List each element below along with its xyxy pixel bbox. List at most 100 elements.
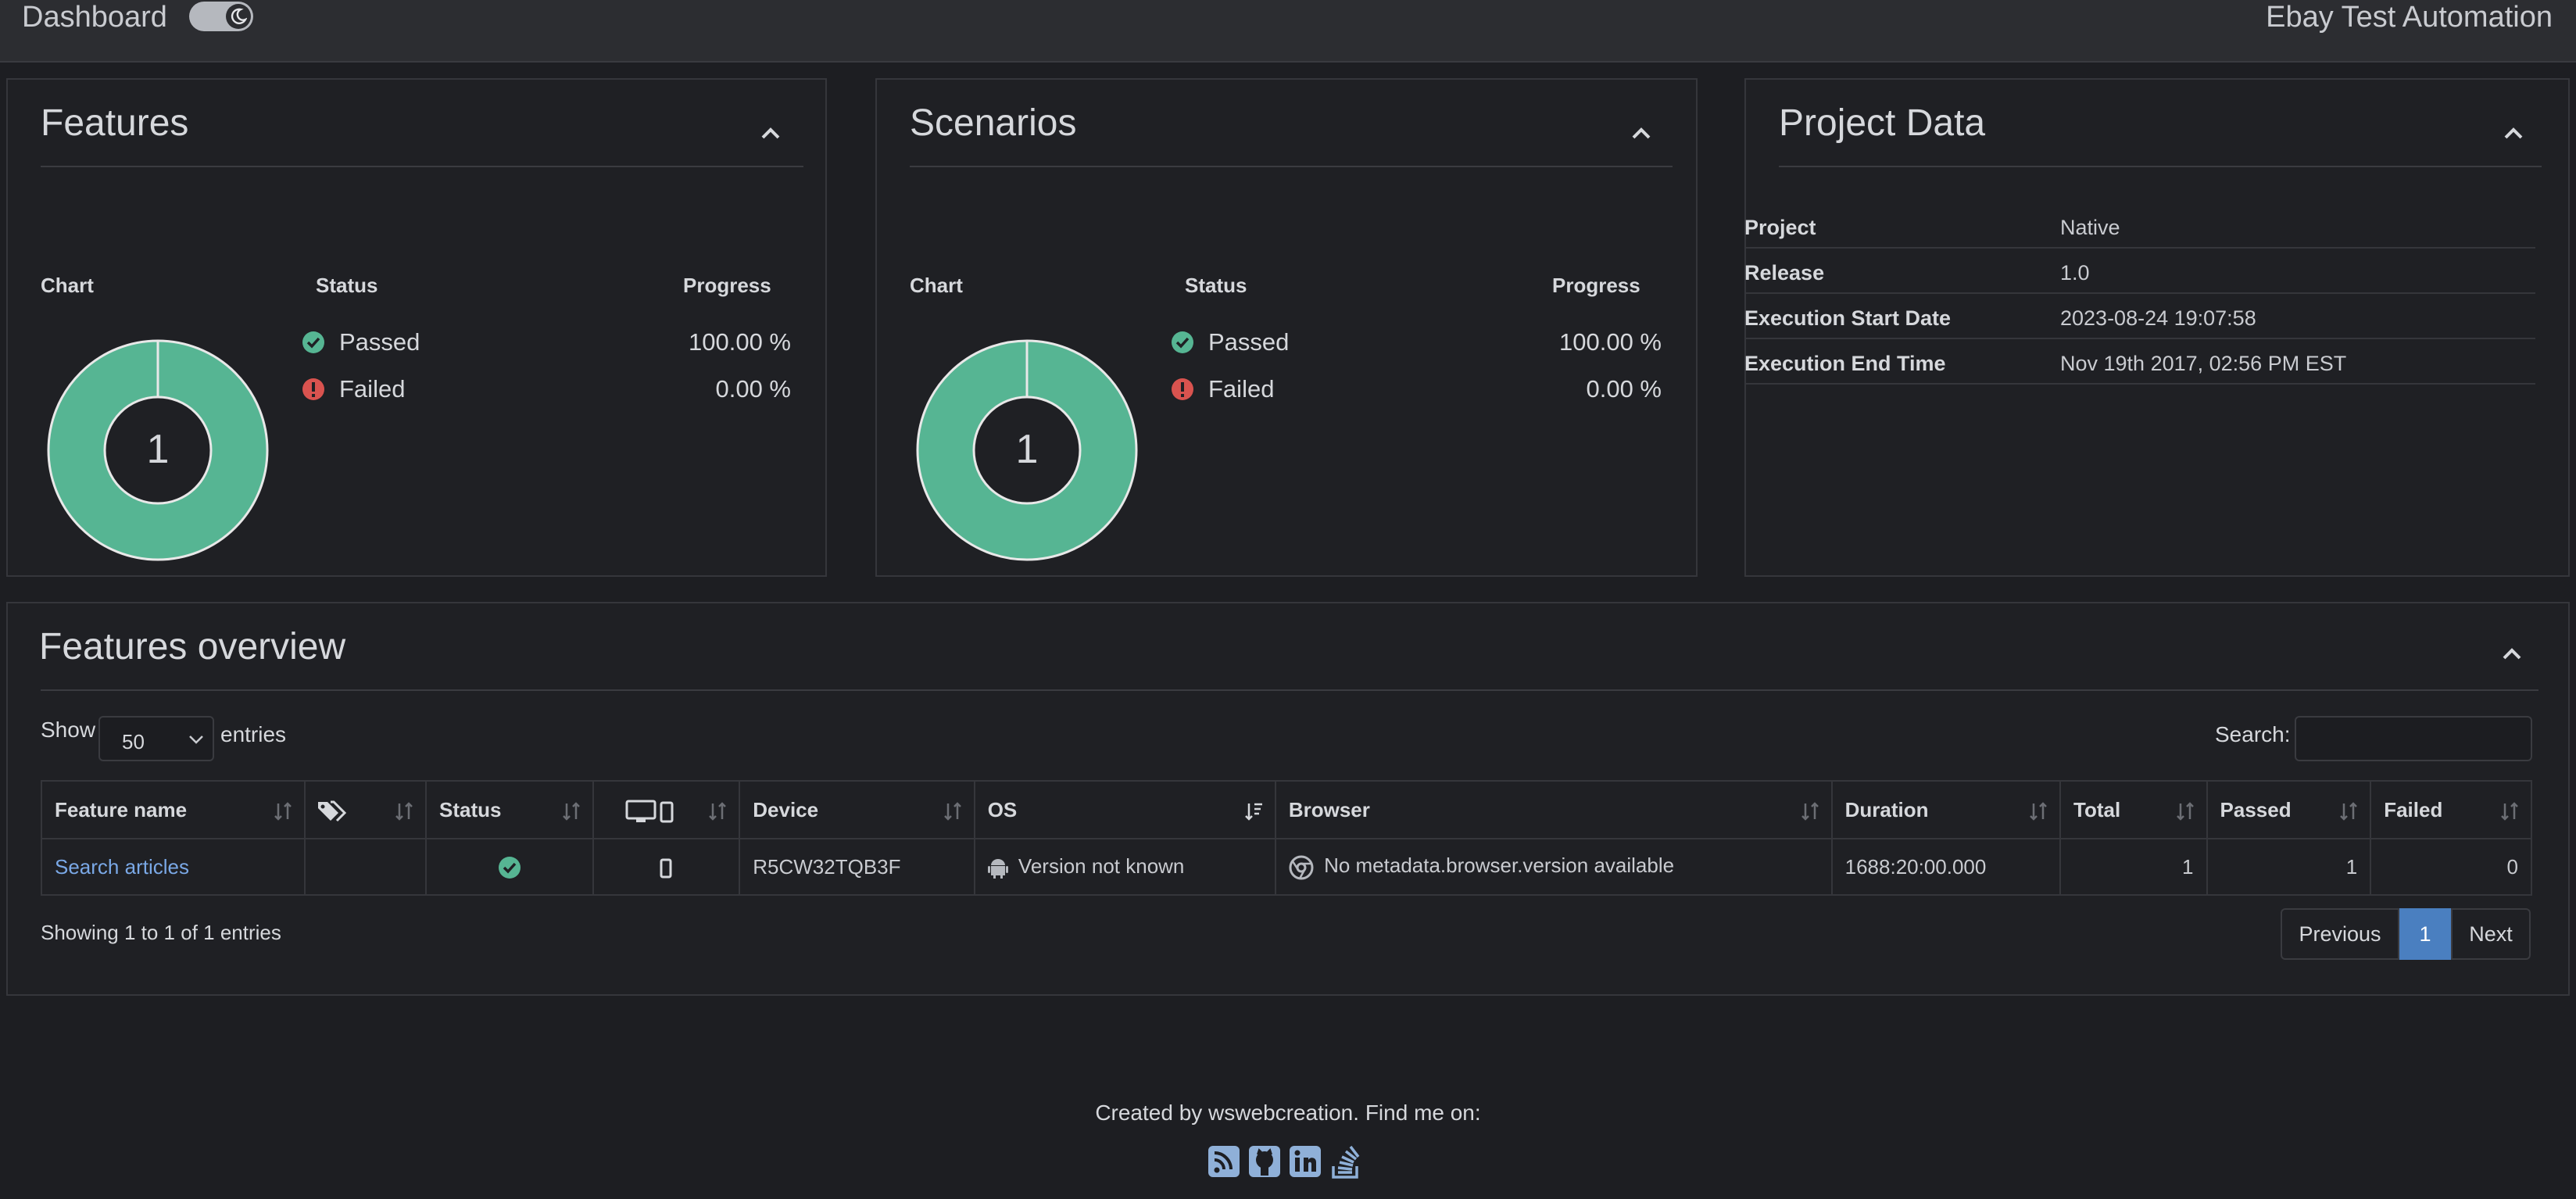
top-navbar: Dashboard Ebay Test Automation: [0, 0, 2576, 63]
cell-browser: No metadata.browser.version available: [1274, 838, 1833, 896]
os-value: Version not known: [1018, 854, 1185, 878]
sort-desc-icon: [1244, 803, 1262, 821]
browser-value: No metadata.browser.version available: [1324, 854, 1675, 878]
panel-title: Scenarios: [910, 102, 1077, 144]
cell-passed: 1: [2206, 838, 2372, 896]
github-icon[interactable]: [1247, 1143, 1282, 1180]
sort-icon: [709, 802, 727, 821]
passed-percentage: 100.00 %: [689, 328, 791, 356]
sort-icon: [2501, 802, 2518, 821]
project-data-value: Nov 19th 2017, 02:56 PM EST: [2060, 352, 2347, 375]
rss-icon[interactable]: [1207, 1143, 1241, 1180]
check-circle-icon: [302, 331, 324, 353]
cell-feature-name[interactable]: Search articles: [41, 838, 306, 896]
scenarios-panel: Scenarios Chart Status Progress 1 Passed…: [875, 78, 1698, 577]
pagination: Previous 1 Next: [2281, 908, 2531, 960]
sort-icon: [395, 802, 413, 821]
dashboard-title[interactable]: Dashboard: [22, 0, 167, 34]
sort-icon: [943, 802, 961, 821]
legend-passed: Passed: [1171, 328, 1289, 356]
check-circle-icon: [498, 857, 521, 879]
th-feature-name[interactable]: Feature name: [41, 780, 306, 839]
chevron-up-icon[interactable]: [2501, 646, 2523, 661]
theme-toggle[interactable]: [189, 2, 253, 31]
th-os[interactable]: OS: [973, 780, 1276, 839]
donut-count: 1: [1016, 427, 1039, 472]
th-status[interactable]: Status: [425, 780, 594, 839]
divider: [910, 166, 1673, 167]
moon-icon: [226, 4, 251, 29]
divider: [1779, 166, 2542, 167]
feature-link[interactable]: Search articles: [55, 855, 189, 879]
cell-total: 1: [2059, 838, 2208, 896]
failed-percentage: 0.00 %: [1586, 375, 1662, 403]
stackoverflow-icon[interactable]: [1329, 1143, 1363, 1180]
divider: [41, 166, 803, 167]
cell-tags: [303, 838, 428, 896]
th-device[interactable]: Device: [739, 780, 975, 839]
linkedin-icon[interactable]: [1288, 1143, 1322, 1180]
panel-title: Project Data: [1779, 102, 1986, 144]
project-data-key: Execution Start Date: [1744, 306, 1952, 330]
th-passed[interactable]: Passed: [2206, 780, 2372, 839]
th-tags[interactable]: [303, 780, 428, 839]
donut-count: 1: [147, 427, 170, 472]
page-1-button[interactable]: 1: [2399, 908, 2451, 960]
passed-percentage: 100.00 %: [1559, 328, 1662, 356]
tags-icon: [317, 800, 346, 822]
cell-platform: [592, 838, 741, 896]
col-chart: Chart: [910, 274, 963, 297]
sort-icon: [2340, 802, 2358, 821]
chevron-up-icon[interactable]: [2503, 125, 2524, 141]
col-progress: Progress: [1552, 274, 1640, 297]
col-status: Status: [1185, 274, 1247, 297]
sort-icon: [2176, 802, 2194, 821]
legend-label: Passed: [1208, 328, 1290, 356]
divider: [41, 689, 2538, 691]
project-data-key: Release: [1744, 261, 1825, 285]
chevron-down-icon: [189, 736, 203, 744]
col-status: Status: [316, 274, 378, 297]
chevron-up-icon[interactable]: [760, 125, 782, 141]
chrome-icon: [1289, 855, 1314, 880]
next-button[interactable]: Next: [2451, 908, 2531, 960]
features-donut-chart[interactable]: 1: [47, 339, 269, 561]
legend-passed: Passed: [302, 328, 420, 356]
show-label: Show: [41, 718, 96, 742]
th-platform[interactable]: [592, 780, 741, 839]
scenarios-donut-chart[interactable]: 1: [916, 339, 1138, 561]
th-failed[interactable]: Failed: [2370, 780, 2532, 839]
project-data-value: 2023-08-24 19:07:58: [2060, 306, 2256, 330]
th-browser[interactable]: Browser: [1274, 780, 1833, 839]
th-duration[interactable]: Duration: [1830, 780, 2062, 839]
entries-label: entries: [220, 722, 287, 746]
project-data-row: Project Native: [1744, 203, 2535, 249]
cell-duration: 1688:20:00.000: [1830, 838, 2062, 896]
table-row: Search articles R5CW32TQB3F Version not …: [41, 838, 2532, 896]
search-input[interactable]: [2295, 716, 2532, 761]
page-size-select[interactable]: 50: [98, 716, 214, 761]
sort-icon: [1801, 802, 1819, 821]
th-total[interactable]: Total: [2059, 780, 2208, 839]
mobile-icon: [660, 858, 672, 879]
project-data-row: Execution Start Date 2023-08-24 19:07:58: [1744, 294, 2535, 339]
android-icon: [987, 859, 1008, 879]
project-data-row: Execution End Time Nov 19th 2017, 02:56 …: [1744, 339, 2535, 385]
desktop-mobile-icon: [625, 800, 674, 823]
search-label: Search:: [2215, 722, 2291, 746]
chevron-up-icon[interactable]: [1630, 125, 1652, 141]
legend-label: Failed: [1208, 375, 1275, 403]
sort-icon: [274, 802, 292, 821]
exclamation-circle-icon: [302, 378, 324, 400]
footer-text: Created by wswebcreation. Find me on:: [1095, 1101, 1481, 1125]
legend-label: Passed: [339, 328, 420, 356]
table-header-row: Feature name Status Device OS Browser Du…: [41, 780, 2532, 839]
previous-button[interactable]: Previous: [2281, 908, 2399, 960]
legend-label: Failed: [339, 375, 406, 403]
project-data-row: Release 1.0: [1744, 249, 2535, 294]
page-size-value: 50: [122, 730, 145, 753]
overview-title: Features overview: [39, 626, 346, 668]
project-data-value: 1.0: [2060, 261, 2090, 285]
project-data-key: Project: [1744, 216, 1816, 239]
cell-failed: 0: [2370, 838, 2532, 896]
